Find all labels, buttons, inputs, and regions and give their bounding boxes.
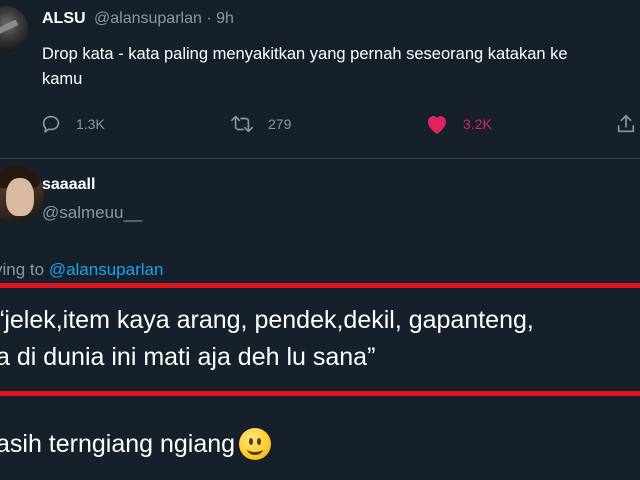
reply-count: 1.3K: [76, 116, 105, 132]
like-button[interactable]: 3.2K: [425, 112, 492, 136]
reply-author-name[interactable]: saaaall: [42, 176, 95, 194]
reply-footer: asih terngiang ngiang: [0, 426, 272, 462]
reply-quote-line: “jelek,item kaya arang, pendek,dekil, ga…: [0, 306, 534, 334]
tweet-text-line: Drop kata - kata paling menyakitkan yang…: [42, 45, 568, 63]
replying-to: ying to @alansuparlan: [0, 260, 163, 280]
share-button[interactable]: [615, 112, 637, 136]
reply-icon: [42, 115, 60, 133]
tweet-header: ALSU @alansuparlan · 9h: [42, 10, 234, 28]
avatar[interactable]: [0, 6, 28, 52]
tweet-divider: [0, 158, 640, 159]
retweet-count: 279: [268, 116, 292, 132]
avatar-face: [6, 178, 34, 216]
retweet-button[interactable]: 279: [230, 112, 291, 136]
reply-author-handle[interactable]: @salmeuu__: [42, 203, 142, 223]
avatar-detail: [0, 19, 19, 35]
author-handle[interactable]: @alansuparlan · 9h: [94, 10, 234, 27]
reply-quote: “jelek,item kaya arang, pendek,dekil, ga…: [0, 302, 534, 376]
reply-footer-text: asih terngiang ngiang: [0, 430, 236, 458]
reply-button[interactable]: 1.3K: [40, 112, 105, 136]
like-count: 3.2K: [463, 116, 492, 132]
retweet-icon: [231, 115, 253, 133]
mention-link[interactable]: @alansuparlan: [49, 260, 164, 279]
avatar[interactable]: [0, 166, 44, 222]
heart-icon: [428, 116, 446, 134]
tweet-text-line: kamu: [42, 70, 83, 88]
tweet-text: Drop kata - kata paling menyakitkan yang…: [42, 42, 640, 92]
share-icon: [617, 114, 635, 133]
replying-to-label: ying to: [0, 260, 45, 279]
reply-quote-line: a di dunia ini mati aja deh lu sana”: [0, 343, 376, 371]
highlight-line-bottom: [0, 391, 640, 396]
highlight-line-top: [0, 283, 640, 288]
author-name[interactable]: ALSU: [42, 10, 86, 27]
smiling-face-emoji: [239, 428, 272, 460]
